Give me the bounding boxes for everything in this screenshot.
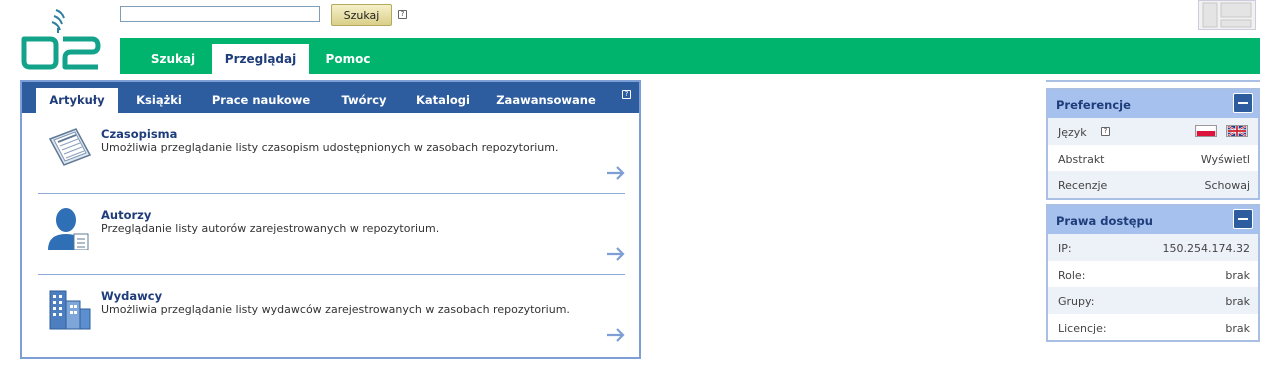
journal-icon [48,128,92,166]
licenses-label: Licencje: [1058,321,1107,335]
licenses-value: brak [1225,321,1250,335]
search-input[interactable] [120,6,320,22]
tab-catalogs[interactable]: Katalogi [408,88,478,113]
abstract-row: Abstrakt Wyświetl [1048,145,1258,172]
tab-books[interactable]: Książki [126,88,192,113]
item-title[interactable]: Wydawcy [101,289,162,303]
search-help-icon[interactable]: ? [398,10,407,19]
tab-articles[interactable]: Artykuły [36,88,118,113]
list-item-authors[interactable]: Autorzy Przeglądanie listy autorów zarej… [38,194,625,275]
preferences-panel: Preferencje Język ? Abstrakt Wyświetl Re… [1046,88,1260,200]
browse-panel: Artykuły Książki Prace naukowe Twórcy Ka… [20,80,641,359]
abstract-label: Abstrakt [1058,152,1105,166]
search-button[interactable]: Szukaj [331,4,392,26]
arrow-right-icon[interactable] [606,327,626,343]
collapse-preferences-button[interactable] [1233,93,1253,113]
language-row: Język ? [1048,118,1258,145]
reviews-toggle[interactable]: Schowaj [1204,179,1250,192]
browse-help-icon[interactable]: ? [622,90,631,99]
groups-value: brak [1225,295,1250,308]
corner-image [1198,0,1256,30]
item-title[interactable]: Autorzy [101,208,151,222]
ip-label: IP: [1058,242,1072,255]
item-description: Przeglądanie listy autorów zarejestrowan… [101,222,440,235]
list-item-journals[interactable]: Czasopisma Umożliwia przeglądanie listy … [38,113,625,194]
licenses-row: Licencje: brak [1048,314,1258,341]
list-item-publishers[interactable]: Wydawcy Umożliwia przeglądanie listy wyd… [38,275,625,356]
logo [21,9,101,70]
roles-label: Role: [1058,268,1086,282]
access-title: Prawa dostępu [1056,214,1153,228]
groups-label: Grupy: [1058,295,1095,308]
item-title[interactable]: Czasopisma [101,127,177,141]
preferences-header: Preferencje [1048,90,1258,118]
language-label: Język [1058,126,1087,139]
uk-flag-icon[interactable] [1226,125,1248,137]
groups-row: Grupy: brak [1048,287,1258,314]
ip-row: IP: 150.254.174.32 [1048,234,1258,261]
arrow-right-icon[interactable] [606,165,626,181]
right-column-divider [1046,80,1260,82]
ip-value: 150.254.174.32 [1162,242,1250,255]
nav-tab-help[interactable]: Pomoc [313,44,383,74]
publisher-icon [49,290,91,330]
access-panel: Prawa dostępu IP: 150.254.174.32 Role: b… [1046,204,1260,342]
nav-tab-search[interactable]: Szukaj [138,44,208,74]
roles-row: Role: brak [1048,261,1258,288]
abstract-toggle[interactable]: Wyświetl [1201,153,1250,166]
roles-value: brak [1225,268,1250,282]
nav-tab-browse[interactable]: Przeglądaj [212,44,309,74]
collapse-access-button[interactable] [1233,209,1253,229]
access-header: Prawa dostępu [1048,206,1258,234]
reviews-row: Recenzje Schowaj [1048,171,1258,198]
preferences-title: Preferencje [1056,98,1131,112]
tab-advanced[interactable]: Zaawansowane [490,88,602,113]
author-icon [48,208,89,250]
item-description: Umożliwia przeglądanie listy czasopism u… [101,141,559,154]
browse-tab-bar: Artykuły Książki Prace naukowe Twórcy Ka… [22,82,639,113]
tab-theses[interactable]: Prace naukowe [202,88,320,113]
item-description: Umożliwia przeglądanie listy wydawców za… [101,303,570,316]
reviews-label: Recenzje [1058,179,1108,192]
language-help-icon[interactable]: ? [1101,127,1110,136]
arrow-right-icon[interactable] [606,246,626,262]
tab-creators[interactable]: Twórcy [330,88,398,113]
polish-flag-icon[interactable] [1195,125,1217,137]
